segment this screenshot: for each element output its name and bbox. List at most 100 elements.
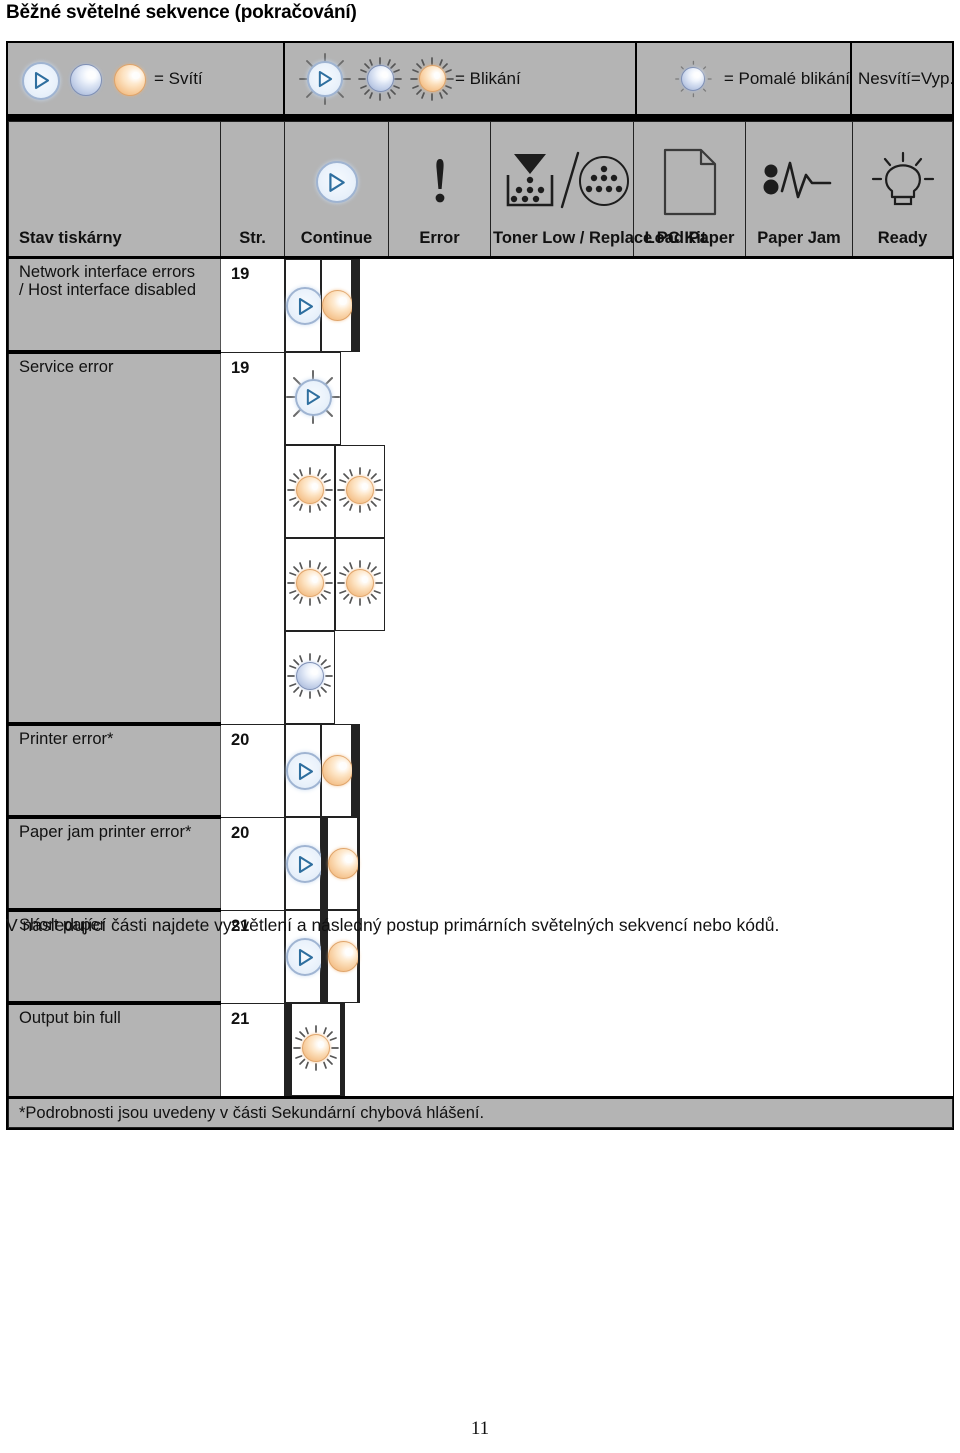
row-state-label: Paper jam printer error* <box>19 823 192 841</box>
column-header-label: Ready <box>877 229 928 248</box>
column-header-page: Str. <box>220 121 285 259</box>
lamp-cell-ready <box>358 724 360 817</box>
row-page-number: 20 <box>231 823 250 842</box>
orange-blink-icon <box>286 559 334 607</box>
body-paragraph: V následující části najdete vysvětlení a… <box>6 915 780 935</box>
play-icon <box>285 134 388 230</box>
row-state-label: Output bin full <box>19 1009 121 1027</box>
column-header-label: Paper Jam <box>757 229 841 248</box>
orange-blink-icon <box>292 1024 340 1072</box>
legend-item-slow-blink: = Pomalé blikání <box>637 43 852 114</box>
row-state-cell: Service error <box>8 351 221 726</box>
lamp-cell-toner <box>335 445 385 538</box>
page-number: 11 <box>470 1418 490 1439</box>
table-row: Output bin full 21 <box>8 1002 953 1098</box>
blue-blink-icon <box>286 652 334 700</box>
footnote-text: *Podrobnosti jsou uvedeny v části Sekund… <box>19 1103 485 1122</box>
orange-on-icon <box>322 289 353 321</box>
paper-sheet-icon <box>634 134 745 230</box>
lamp-cell-paper-jam <box>335 538 385 631</box>
row-state-cell: Paper jam printer error* <box>8 816 221 912</box>
table-footnote-row: *Podrobnosti jsou uvedeny v části Sekund… <box>8 1096 953 1128</box>
row-state-label: Network interface errors / Host interfac… <box>19 263 197 300</box>
lamp-cell-continue <box>285 352 341 445</box>
legend-label-on: = Svítí <box>154 68 203 88</box>
row-page-number: 19 <box>231 265 250 283</box>
page-title: Běžné světelné sekvence (pokračování) <box>6 2 357 23</box>
table-row: Printer error* 20 <box>8 723 953 819</box>
row-state-cell: Printer error* <box>8 723 221 819</box>
column-header-label: Load Paper <box>644 229 735 248</box>
row-state-label: Service error <box>19 358 114 376</box>
light-sequence-figure: = Svítí = Blikání = Pomalé blikání Nesví… <box>6 41 954 1130</box>
lamp-cell-load-paper <box>291 1003 341 1096</box>
orange-on-icon <box>322 754 353 786</box>
toner-icon <box>491 134 633 230</box>
column-header-toner: Toner Low / Replace PC Kit <box>490 121 707 259</box>
legend-band: = Svítí = Blikání = Pomalé blikání Nesví… <box>8 43 952 121</box>
column-header-error: Error <box>388 121 491 259</box>
lamp-cell-paper-jam <box>327 817 359 910</box>
legend-label-slow-blink: = Pomalé blikání <box>723 68 850 88</box>
play-on-icon <box>22 61 60 100</box>
blue-on-icon <box>70 63 102 96</box>
orange-blink-icon <box>336 466 384 514</box>
lamp-cell-ready <box>285 631 335 724</box>
legend-label-off: Nesvítí=Vyp. <box>858 68 952 88</box>
column-header-label: Error <box>419 229 460 248</box>
orange-blink-icon <box>336 559 384 607</box>
row-page-number: 19 <box>231 358 250 377</box>
row-state-label: Printer error* <box>19 730 114 748</box>
lamp-cell-load-paper <box>285 538 335 631</box>
row-page-number: 21 <box>231 1009 250 1028</box>
legend-label-blink: = Blikání <box>455 68 521 88</box>
table-header-row: Stav tiskárny Str. Continue Error Toner … <box>8 121 953 259</box>
column-header-ready: Ready <box>852 121 953 259</box>
lamp-cell-ready <box>343 1003 345 1096</box>
play-on-icon <box>286 845 324 883</box>
table-row: Network interface errors / Host interfac… <box>8 257 953 354</box>
column-header-label: Str. <box>239 229 266 248</box>
play-on-icon <box>286 938 324 976</box>
exclamation-icon <box>389 134 490 230</box>
play-blink-icon <box>286 370 340 424</box>
play-blink-icon <box>299 52 351 105</box>
column-header-load-paper: Load Paper <box>633 121 746 259</box>
paper-jam-icon <box>746 134 852 230</box>
row-page-cell: 19 <box>220 351 285 725</box>
row-page-cell: 21 <box>220 1002 285 1098</box>
play-on-icon <box>286 752 324 790</box>
orange-on-icon <box>328 847 359 879</box>
lamp-cell-ready <box>358 817 360 910</box>
lightbulb-icon <box>853 134 952 230</box>
lamp-cell-continue <box>285 259 324 352</box>
row-page-cell: 20 <box>220 723 285 818</box>
column-header-printer-state: Stav tiskárny <box>8 121 221 259</box>
empty-icon-slot <box>221 134 284 230</box>
footnote-cell: *Podrobnosti jsou uvedeny v části Sekund… <box>8 1096 953 1128</box>
orange-blink-icon <box>286 466 334 514</box>
column-header-label: Continue <box>300 229 373 248</box>
light-sequence-table: Stav tiskárny Str. Continue Error Toner … <box>8 121 953 1128</box>
row-state-cell: Output bin full <box>8 1002 221 1098</box>
lamp-cell-error <box>321 259 353 352</box>
row-page-number: 20 <box>231 730 250 749</box>
lamp-cell-ready <box>358 259 360 352</box>
lamp-cell-continue <box>285 724 324 817</box>
row-page-cell: 19 <box>220 257 285 353</box>
legend-item-off: Nesvítí=Vyp. <box>852 43 952 114</box>
row-page-cell: 20 <box>220 816 285 911</box>
row-state-cell: Network interface errors / Host interfac… <box>8 257 221 354</box>
table-row: Service error 19 <box>8 351 953 726</box>
blue-blink-icon <box>357 56 403 102</box>
orange-on-icon <box>114 63 146 96</box>
lamp-cell-error <box>321 724 353 817</box>
legend-item-on: = Svítí <box>8 43 285 114</box>
orange-on-icon <box>328 940 359 972</box>
legend-item-blink: = Blikání <box>285 43 637 114</box>
lamp-cell-error <box>285 445 335 538</box>
column-header-paper-jam: Paper Jam <box>745 121 853 259</box>
blue-slow-blink-icon <box>673 57 714 101</box>
column-header-label: Toner Low / Replace PC Kit <box>493 229 707 248</box>
play-on-icon <box>286 287 324 325</box>
